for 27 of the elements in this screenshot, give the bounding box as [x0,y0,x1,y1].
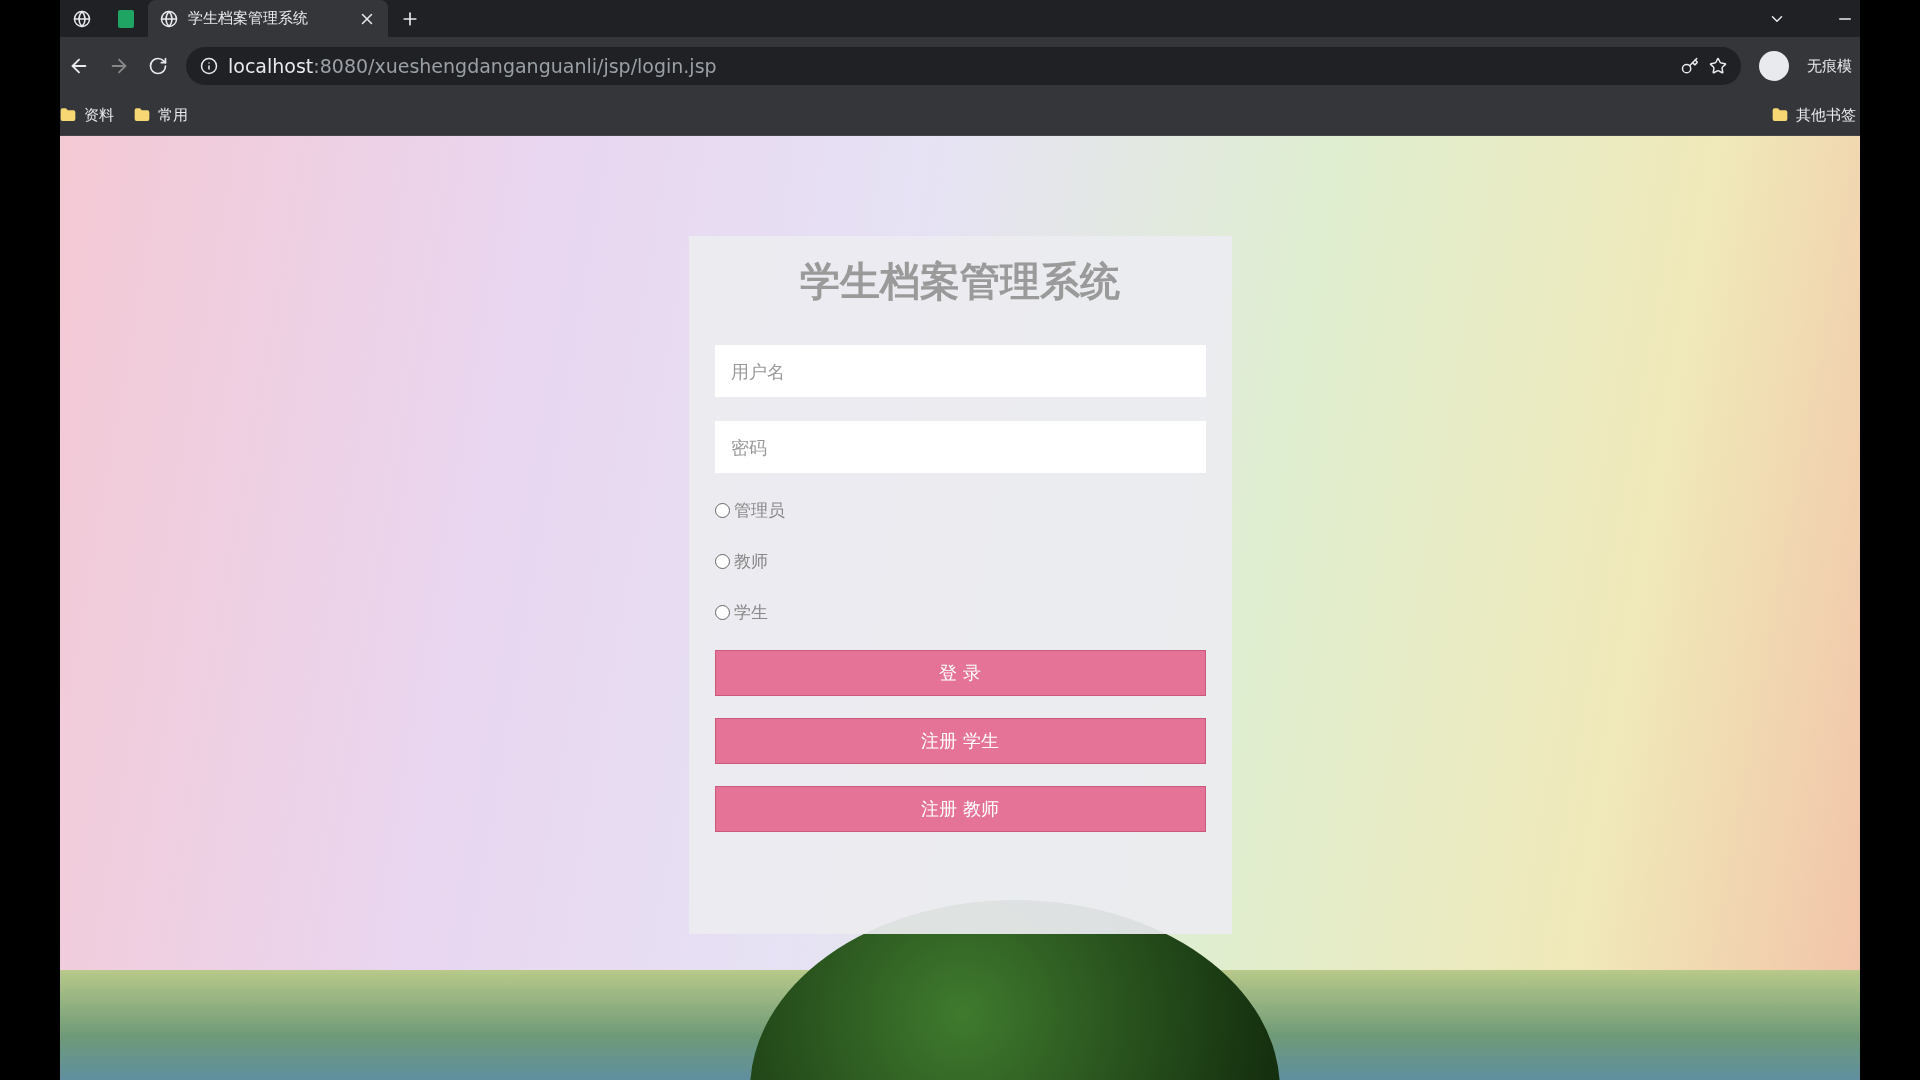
folder-icon [1772,107,1788,123]
folder-icon [60,107,76,123]
star-icon[interactable] [1709,57,1727,75]
role-label: 管理员 [733,498,785,522]
role-label: 学生 [733,600,768,624]
browser-tab[interactable]: 学生档案管理系统 [148,0,388,37]
bookmark-link[interactable]: 其他书签 [1796,105,1856,125]
login-title: 学生档案管理系统 [799,257,1121,306]
key-icon[interactable] [1681,57,1699,75]
folder-icon [134,107,150,123]
globe-icon [160,9,178,28]
url-text: localhost:8080/xueshengdanganguanli/jsp/login.jsp [228,55,718,77]
bookmark-link[interactable]: 常用 [158,105,188,125]
spreadsheet-icon [118,9,134,28]
radio-button[interactable] [714,553,730,569]
role-label: 教师 [733,549,768,573]
reload-icon[interactable] [148,56,168,76]
radio-button[interactable] [714,502,730,518]
radio-button[interactable] [714,604,730,620]
input-field[interactable]: 用户名 [714,345,1206,397]
globe-icon [73,9,91,28]
tab-title: 学生档案管理系统 [188,9,309,28]
address-bar[interactable]: localhost:8080/xueshengdanganguanli/jsp/login.jsp [186,47,1741,85]
profile-label: 无痕模 [1807,56,1852,76]
info-icon[interactable] [200,57,218,75]
input-field[interactable]: 密码 [714,421,1206,473]
bookmark-link[interactable]: 资料 [84,105,114,125]
